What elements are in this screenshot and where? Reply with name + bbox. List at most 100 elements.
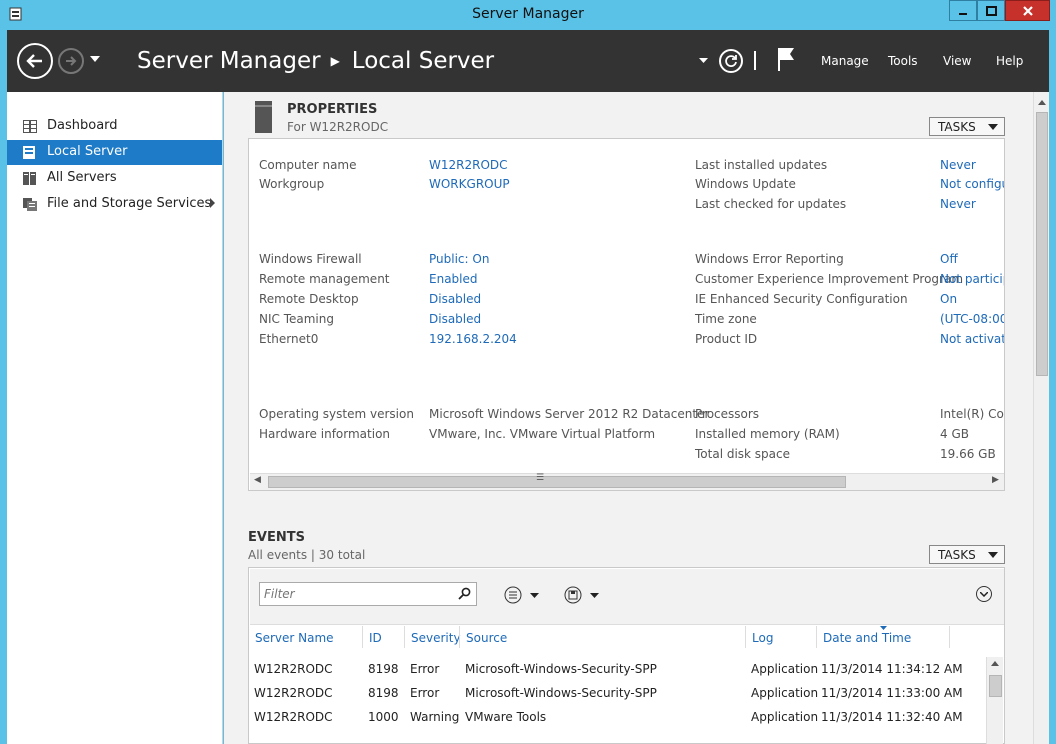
- prop-label: Workgroup: [259, 177, 325, 191]
- events-filter-bar: [250, 569, 1004, 625]
- cell-log: Application: [751, 662, 819, 676]
- maximize-button[interactable]: [977, 0, 1005, 21]
- menu-view[interactable]: View: [943, 54, 971, 68]
- column-header-log[interactable]: Log: [752, 631, 773, 645]
- tasks-label: TASKS: [938, 119, 976, 134]
- prop-value: Microsoft Windows Server 2012 R2 Datacen…: [429, 407, 710, 421]
- prop-value-link[interactable]: On: [940, 292, 1004, 306]
- properties-tasks-button[interactable]: TASKS: [929, 117, 1005, 136]
- column-divider: [949, 626, 950, 648]
- column-header-date-time[interactable]: Date and Time: [823, 631, 911, 645]
- back-button[interactable]: [17, 43, 53, 79]
- prop-label: Remote Desktop: [259, 292, 359, 306]
- prop-value-link[interactable]: Not activate: [940, 332, 1004, 346]
- search-icon[interactable]: [458, 587, 471, 600]
- prop-label: Computer name: [259, 158, 357, 172]
- cell-log: Application: [751, 710, 819, 724]
- sidebar-item-label: All Servers: [47, 170, 117, 185]
- chevron-down-icon: [988, 124, 998, 130]
- close-button[interactable]: [1005, 0, 1050, 21]
- scroll-right-icon[interactable]: ▶: [992, 475, 999, 485]
- cell-id: 1000: [368, 710, 399, 724]
- dashboard-icon: [23, 120, 37, 133]
- properties-horizontal-scrollbar[interactable]: ◀ ☰ ▶: [250, 473, 1004, 490]
- prop-value-link[interactable]: Enabled: [429, 272, 478, 286]
- column-divider: [745, 626, 746, 648]
- prop-value-link[interactable]: 192.168.2.204: [429, 332, 517, 346]
- breadcrumb-server-manager[interactable]: Server Manager: [137, 48, 321, 74]
- scroll-left-icon[interactable]: ◀: [254, 475, 261, 485]
- chevron-right-icon[interactable]: [209, 198, 216, 208]
- scroll-up-icon[interactable]: [991, 661, 999, 666]
- cell-id: 8198: [368, 686, 399, 700]
- close-icon: [1022, 5, 1033, 16]
- breadcrumb-separator-icon: ▶: [330, 54, 340, 68]
- prop-label: Customer Experience Improvement Program: [695, 272, 964, 286]
- events-tasks-button[interactable]: TASKS: [929, 545, 1005, 564]
- prop-value-link[interactable]: Disabled: [429, 292, 481, 306]
- sidebar-item-all-servers[interactable]: All Servers: [7, 166, 222, 191]
- history-dropdown-icon[interactable]: [90, 56, 100, 62]
- sidebar-item-local-server[interactable]: Local Server: [7, 140, 222, 165]
- list-view-button[interactable]: [504, 585, 546, 605]
- prop-value-link[interactable]: Never: [940, 197, 1004, 211]
- navigation-pane: Dashboard Local Server All Servers File …: [7, 92, 223, 744]
- prop-value-link[interactable]: (UTC-08:00): [940, 312, 1004, 326]
- filter-input[interactable]: [259, 582, 477, 606]
- sidebar-item-dashboard[interactable]: Dashboard: [7, 114, 222, 139]
- events-panel: Server Name ID Severity Source Log Date …: [248, 567, 1005, 744]
- scrollbar-thumb[interactable]: [268, 476, 846, 488]
- prop-label: Processors: [695, 407, 760, 421]
- scroll-up-button[interactable]: [1034, 95, 1050, 109]
- refresh-dropdown-icon[interactable]: [699, 58, 708, 63]
- prop-value-link[interactable]: Never: [940, 158, 1004, 172]
- cell-server-name: W12R2RODC: [254, 710, 333, 724]
- prop-label: Windows Firewall: [259, 252, 362, 266]
- all-servers-icon: [23, 172, 36, 185]
- save-query-button[interactable]: [564, 585, 606, 605]
- cell-log: Application: [751, 686, 819, 700]
- cell-severity: Warning: [410, 710, 460, 724]
- scroll-grip-icon: ☰: [536, 473, 545, 483]
- menu-help[interactable]: Help: [996, 54, 1023, 68]
- prop-label: NIC Teaming: [259, 312, 334, 326]
- forward-button[interactable]: [58, 48, 84, 74]
- prop-value: 19.66 GB: [940, 447, 996, 461]
- prop-label: Last installed updates: [695, 158, 828, 172]
- prop-value-link[interactable]: Not particip: [940, 272, 1004, 286]
- cell-server-name: W12R2RODC: [254, 662, 333, 676]
- refresh-button[interactable]: [719, 49, 743, 73]
- column-header-server-name[interactable]: Server Name: [255, 631, 334, 645]
- prop-value-link[interactable]: W12R2RODC: [429, 158, 508, 172]
- chevron-down-icon: [590, 592, 599, 598]
- minimize-button[interactable]: [949, 0, 977, 21]
- notifications-flag-icon[interactable]: [776, 46, 796, 72]
- column-header-severity[interactable]: Severity: [411, 631, 461, 645]
- sidebar-item-label: File and Storage Services: [47, 196, 212, 211]
- prop-value-link[interactable]: Not configu: [940, 177, 1004, 191]
- sidebar-item-label: Local Server: [47, 144, 128, 159]
- events-vertical-scrollbar[interactable]: [986, 657, 1003, 744]
- scrollbar-thumb[interactable]: [1036, 112, 1048, 376]
- prop-value-link[interactable]: WORKGROUP: [429, 177, 510, 191]
- cell-source: Microsoft-Windows-Security-SPP: [465, 686, 657, 700]
- menu-tools[interactable]: Tools: [888, 54, 918, 68]
- sidebar-item-label: Dashboard: [47, 118, 118, 133]
- scrollbar-thumb[interactable]: [989, 675, 1002, 697]
- menu-manage[interactable]: Manage: [821, 54, 869, 68]
- column-header-id[interactable]: ID: [369, 631, 382, 645]
- forward-arrow-icon: [66, 56, 77, 66]
- prop-value-link[interactable]: Off: [940, 252, 1004, 266]
- prop-label: Windows Error Reporting: [695, 252, 844, 266]
- prop-label: Operating system version: [259, 407, 414, 421]
- prop-value-link[interactable]: Public: On: [429, 252, 489, 266]
- main-vertical-scrollbar[interactable]: [1033, 92, 1049, 744]
- prop-label: Windows Update: [695, 177, 796, 191]
- sidebar-item-file-storage-services[interactable]: File and Storage Services: [7, 192, 222, 217]
- column-header-source[interactable]: Source: [466, 631, 507, 645]
- prop-value-link[interactable]: Disabled: [429, 312, 481, 326]
- expand-collapse-button[interactable]: [976, 586, 992, 602]
- app-header: Server Manager ▶ Local Server Manage Too…: [7, 30, 1049, 92]
- window-title: Server Manager: [472, 6, 584, 22]
- column-divider: [362, 626, 363, 648]
